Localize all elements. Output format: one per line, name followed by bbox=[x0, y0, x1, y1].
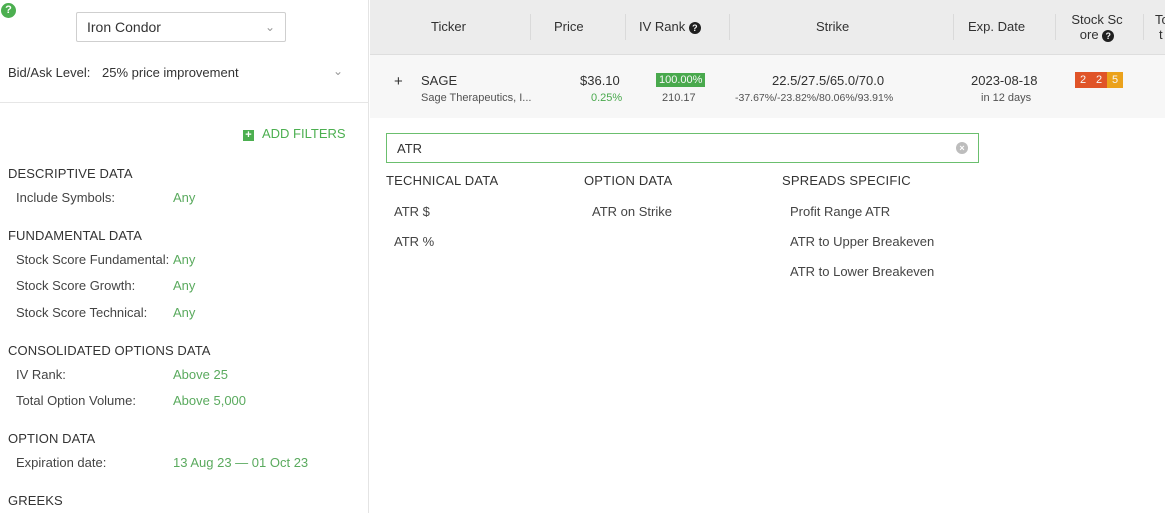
section-title-descriptive: DESCRIPTIVE DATA bbox=[8, 166, 133, 181]
iv-value: 210.17 bbox=[662, 92, 696, 104]
filter-category-spreads-specific: SPREADS SPECIFIC bbox=[782, 173, 911, 188]
table-row[interactable]: + SAGE Sage Therapeutics, I... $36.10 0.… bbox=[370, 56, 1165, 118]
bid-ask-label: Bid/Ask Level: bbox=[8, 65, 91, 80]
column-header-truncated-line2: t bbox=[1159, 27, 1163, 42]
column-header-stock-score-line2: ore ? bbox=[1067, 27, 1127, 42]
filter-option-atr-dollar[interactable]: ATR $ bbox=[394, 204, 430, 219]
filter-label-expiration-date: Expiration date: bbox=[16, 455, 107, 470]
filter-value-total-option-volume[interactable]: Above 5,000 bbox=[173, 393, 246, 408]
strategy-select[interactable]: Iron Condor ⌄ bbox=[76, 12, 286, 42]
filter-label-total-option-volume: Total Option Volume: bbox=[16, 393, 136, 408]
filter-option-atr-upper-breakeven[interactable]: ATR to Upper Breakeven bbox=[790, 234, 934, 249]
column-header-stock-score-line2-text: ore bbox=[1079, 27, 1099, 42]
column-header-strike[interactable]: Strike bbox=[816, 19, 849, 34]
score-value: 2 bbox=[1095, 74, 1103, 86]
filter-option-atr-lower-breakeven[interactable]: ATR to Lower Breakeven bbox=[790, 264, 934, 279]
filter-category-technical: TECHNICAL DATA bbox=[386, 173, 499, 188]
column-header-stock-score-line1: Stock Sc bbox=[1071, 12, 1123, 27]
column-header-truncated-line1: To bbox=[1155, 12, 1165, 27]
plus-square-icon: + bbox=[243, 130, 254, 141]
strike-percentages: -37.67%/-23.82%/80.06%/93.91% bbox=[735, 92, 894, 104]
help-icon[interactable]: ? bbox=[1102, 30, 1115, 42]
ticker-symbol[interactable]: SAGE bbox=[421, 73, 457, 88]
filter-label-score-fundamental: Stock Score Fundamental: bbox=[16, 252, 170, 267]
column-divider bbox=[1143, 14, 1144, 40]
add-filters-label: ADD FILTERS bbox=[262, 126, 346, 141]
column-header-truncated[interactable]: To t bbox=[1155, 12, 1165, 42]
iv-rank-badge: 100.00% bbox=[656, 73, 706, 87]
stock-score-growth-badge: 2 bbox=[1091, 72, 1107, 88]
filter-value-score-technical[interactable]: Any bbox=[173, 305, 195, 320]
clear-search-icon[interactable]: × bbox=[956, 142, 968, 154]
column-header-ticker[interactable]: Ticker bbox=[431, 19, 466, 34]
column-divider bbox=[625, 14, 626, 40]
price-value: $36.10 bbox=[580, 73, 620, 88]
filter-option-atr-on-strike[interactable]: ATR on Strike bbox=[592, 204, 672, 219]
expiration-date: 2023-08-18 bbox=[971, 73, 1038, 88]
column-header-price[interactable]: Price bbox=[554, 19, 584, 34]
filter-value-score-fundamental[interactable]: Any bbox=[173, 252, 195, 267]
filter-option-atr-percent[interactable]: ATR % bbox=[394, 234, 434, 249]
section-title-fundamental: FUNDAMENTAL DATA bbox=[8, 228, 143, 243]
filter-label-iv-rank: IV Rank: bbox=[16, 367, 66, 382]
chevron-down-icon: ⌄ bbox=[264, 20, 275, 34]
stock-score-technical-badge: 5 bbox=[1107, 72, 1123, 88]
column-divider bbox=[729, 14, 730, 40]
filter-value-include-symbols[interactable]: Any bbox=[173, 190, 195, 205]
score-value: 2 bbox=[1079, 74, 1087, 86]
filter-search-input[interactable] bbox=[397, 139, 937, 157]
help-icon[interactable]: ? bbox=[1, 3, 16, 18]
bid-ask-value: 25% price improvement bbox=[102, 65, 239, 80]
add-filters-button[interactable]: + ADD FILTERS bbox=[243, 126, 346, 141]
results-table-header: Ticker Price IV Rank ? Strike Exp. Date … bbox=[370, 0, 1165, 55]
column-header-iv-rank[interactable]: IV Rank ? bbox=[639, 19, 701, 34]
filters-sidebar: ? Iron Condor ⌄ Bid/Ask Level: 25% price… bbox=[0, 0, 369, 513]
company-name: Sage Therapeutics, I... bbox=[421, 92, 532, 104]
help-icon[interactable]: ? bbox=[688, 22, 701, 34]
section-title-consolidated-options: CONSOLIDATED OPTIONS DATA bbox=[8, 343, 211, 358]
filter-label-score-technical: Stock Score Technical: bbox=[16, 305, 148, 320]
stock-score-fundamental-badge: 2 bbox=[1075, 72, 1091, 88]
expand-row-icon[interactable]: + bbox=[394, 73, 403, 90]
column-header-stock-score[interactable]: Stock Sc ore ? bbox=[1067, 12, 1127, 42]
section-title-option-data: OPTION DATA bbox=[8, 431, 96, 446]
strategy-select-value: Iron Condor bbox=[87, 19, 161, 35]
filter-value-score-growth[interactable]: Any bbox=[173, 278, 195, 293]
chevron-down-icon: ⌄ bbox=[332, 64, 343, 78]
filter-category-option-data: OPTION DATA bbox=[584, 173, 673, 188]
filter-label-include-symbols: Include Symbols: bbox=[16, 190, 115, 205]
column-header-iv-rank-label: IV Rank bbox=[639, 19, 686, 34]
divider bbox=[0, 102, 369, 103]
price-change: 0.25% bbox=[591, 92, 623, 104]
filter-value-expiration-date[interactable]: 13 Aug 23 — 01 Oct 23 bbox=[173, 455, 308, 470]
filter-label-score-growth: Stock Score Growth: bbox=[16, 278, 136, 293]
column-divider bbox=[530, 14, 531, 40]
column-divider bbox=[953, 14, 954, 40]
expiration-days: in 12 days bbox=[981, 92, 1032, 104]
section-title-greeks: GREEKS bbox=[8, 493, 63, 508]
filter-search-box[interactable]: × bbox=[386, 133, 979, 163]
filter-value-iv-rank[interactable]: Above 25 bbox=[173, 367, 228, 382]
column-header-exp-date[interactable]: Exp. Date bbox=[968, 19, 1025, 34]
column-divider bbox=[1055, 14, 1056, 40]
strike-values: 22.5/27.5/65.0/70.0 bbox=[772, 73, 885, 88]
bid-ask-level-select[interactable]: Bid/Ask Level: 25% price improvement ⌄ bbox=[8, 64, 353, 80]
filter-option-profit-range-atr[interactable]: Profit Range ATR bbox=[790, 204, 890, 219]
score-value: 5 bbox=[1111, 74, 1119, 86]
